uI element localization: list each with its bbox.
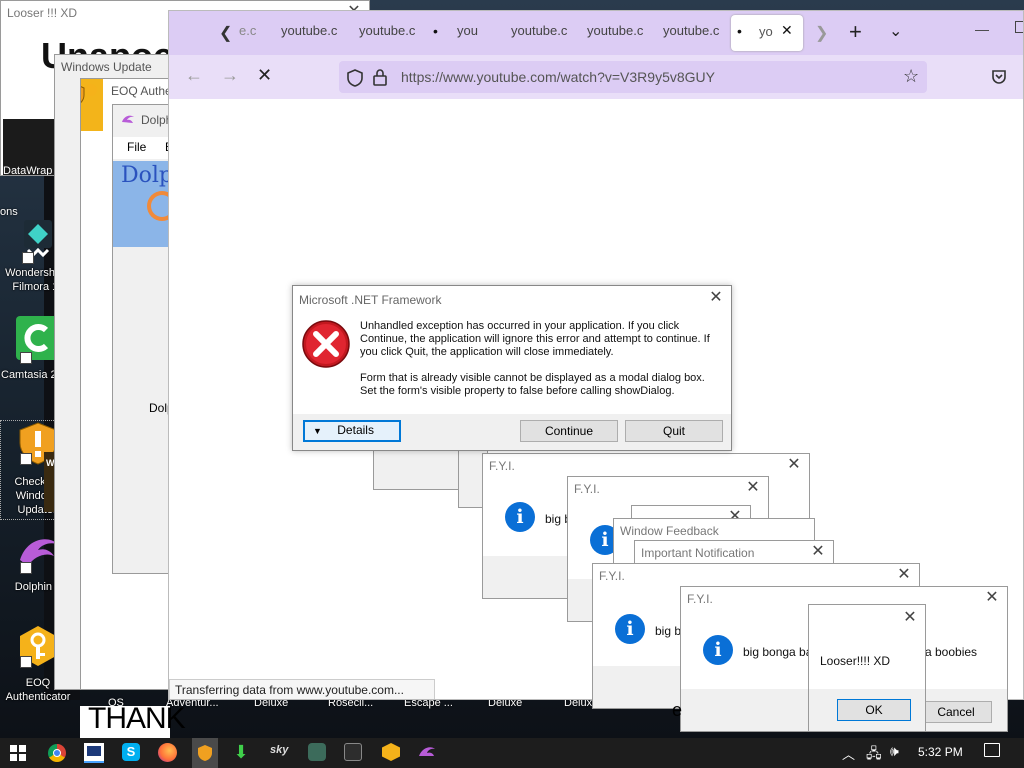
firefox-icon[interactable]: [158, 743, 177, 762]
close-icon[interactable]: ✕: [707, 289, 725, 307]
tab-youtube[interactable]: youtube.c: [587, 11, 643, 51]
info-icon: i: [505, 502, 535, 532]
url-bar[interactable]: https://www.youtube.com/watch?v=V3R9y5v8…: [339, 61, 927, 93]
tab-youtube[interactable]: youtube.c: [281, 11, 337, 51]
dialog-title: F.Y.I.: [489, 459, 515, 473]
close-icon[interactable]: ✕: [983, 589, 1001, 607]
close-icon[interactable]: ✕: [895, 566, 913, 584]
url-text: https://www.youtube.com/watch?v=V3R9y5v8…: [401, 69, 715, 85]
nav-bar: ← → ✕ https://www.youtube.com/watch?v=V3…: [169, 55, 1023, 99]
dialog-title: F.Y.I.: [574, 482, 600, 496]
wallpaper-text: THANK: [88, 702, 186, 735]
net-framework-dialog[interactable]: Microsoft .NET Framework ✕ Unhandled exc…: [292, 285, 732, 451]
close-icon[interactable]: ✕: [901, 609, 919, 627]
eoq-app-icon[interactable]: [382, 743, 400, 761]
desktop-partial-label: DataWrap: [3, 165, 53, 176]
menu-file[interactable]: File: [127, 140, 146, 154]
tab-youtube[interactable]: youtube.c: [663, 11, 719, 51]
tab-close-icon[interactable]: ✕: [781, 22, 793, 39]
close-icon[interactable]: ✕: [809, 543, 827, 561]
continue-button[interactable]: Continue: [520, 420, 618, 442]
new-tab-icon[interactable]: +: [849, 19, 862, 45]
tracking-shield-icon[interactable]: [347, 69, 363, 87]
minimize-icon[interactable]: —: [975, 21, 989, 37]
dialog-message: a boobies: [925, 645, 978, 659]
skype-icon[interactable]: S: [122, 743, 140, 761]
media-app-icon[interactable]: [344, 743, 362, 761]
dolphin-icon: [122, 115, 134, 123]
chrome-icon[interactable]: [48, 744, 66, 762]
show-hidden-icons[interactable]: ︿: [842, 744, 855, 763]
tab-strip: ❮ e.c youtube.c youtube.c • you youtube.…: [169, 11, 1023, 55]
dialog-message: big b: [655, 624, 682, 638]
dialog-title: F.Y.I.: [599, 569, 625, 583]
ok-button[interactable]: OK: [837, 699, 911, 721]
lock-icon[interactable]: [373, 68, 387, 86]
forward-icon[interactable]: →: [221, 65, 239, 86]
list-tabs-icon[interactable]: ⌄: [889, 21, 902, 41]
shield-icon: [81, 86, 85, 104]
bird-app-icon[interactable]: [308, 743, 326, 761]
details-button[interactable]: ▼ Details: [303, 420, 401, 442]
bookmark-star-icon[interactable]: ☆: [903, 66, 919, 87]
eoq-app-icon: [85, 84, 97, 96]
notifications-icon[interactable]: [984, 743, 1000, 757]
tab-dot-icon: •: [737, 23, 742, 39]
download-app-icon[interactable]: ⬇: [232, 743, 250, 761]
back-icon[interactable]: ←: [185, 65, 203, 86]
maximize-icon[interactable]: [1015, 21, 1023, 33]
browser-status: Transferring data from www.youtube.com..…: [169, 679, 435, 699]
explorer-icon[interactable]: [84, 743, 104, 763]
error-detail: Form that is already visible cannot be d…: [360, 372, 705, 397]
details-label: Details: [337, 423, 374, 437]
sky-app-icon[interactable]: sky: [270, 744, 290, 760]
start-icon[interactable]: [10, 745, 26, 761]
tab-active[interactable]: • yo ✕: [731, 15, 803, 51]
dolphin-logo: Dolp: [121, 163, 174, 188]
network-icon[interactable]: 🖧: [866, 743, 882, 767]
partial-text: e: [672, 700, 683, 720]
dialog-message: Looser!!!! XD: [820, 654, 891, 668]
tab-youtube[interactable]: you: [457, 11, 478, 51]
tab-youtube[interactable]: youtube.c: [359, 11, 415, 51]
desktop-partial-label: ons: [0, 206, 18, 218]
close-icon[interactable]: ✕: [744, 479, 762, 497]
dialog-title: Important Notification: [641, 546, 755, 560]
quit-button[interactable]: Quit: [625, 420, 723, 442]
error-message: Unhandled exception has occurred in your…: [360, 320, 710, 358]
dolphin-app-icon[interactable]: [418, 744, 436, 763]
cancel-button[interactable]: Cancel: [920, 701, 992, 723]
pocket-icon[interactable]: [991, 69, 1007, 85]
info-icon: i: [615, 614, 645, 644]
clock[interactable]: 5:32 PM: [918, 745, 963, 759]
close-icon[interactable]: ✕: [785, 456, 803, 474]
tab-scroll-right-icon[interactable]: ❯: [815, 23, 828, 43]
error-icon: [302, 320, 350, 368]
triangle-down-icon: ▼: [313, 426, 322, 436]
looser-message-dialog[interactable]: ✕ Looser!!!! XD OK: [808, 604, 926, 732]
stop-icon[interactable]: ✕: [257, 65, 272, 86]
dialog-title: Window Feedback: [620, 524, 719, 538]
dialog-message: big bonga ba: [743, 645, 813, 659]
info-icon: i: [703, 635, 733, 665]
tab-youtube[interactable]: youtube.c: [511, 11, 567, 51]
tab-scroll-left-icon[interactable]: ❮: [219, 23, 232, 43]
volume-icon[interactable]: 🕪: [890, 743, 899, 760]
shield-app-icon[interactable]: [192, 738, 218, 768]
window-title: Windows Update: [61, 60, 152, 74]
tab-dot-icon: •: [433, 23, 438, 39]
taskbar: S ⬇ sky ︿ 🖧 🕪 5:32 PM: [0, 738, 1024, 768]
dialog-title: Microsoft .NET Framework: [299, 293, 442, 307]
